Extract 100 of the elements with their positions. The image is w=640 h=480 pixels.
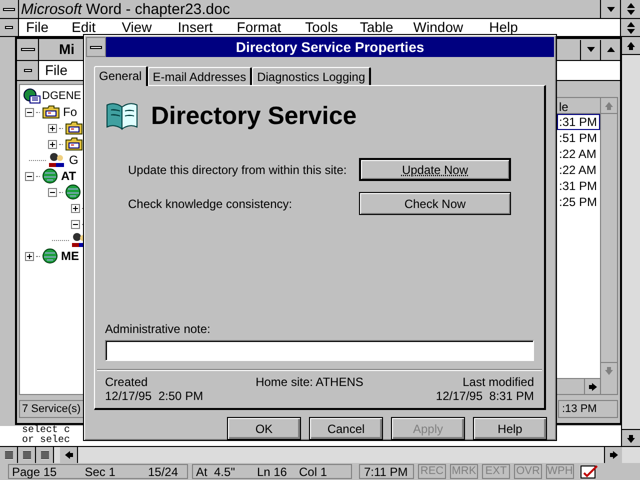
spelling-icon <box>580 464 600 478</box>
arrow-left-icon <box>64 451 72 459</box>
action-button[interactable]: Check Now <box>359 192 511 216</box>
status-text: 15/24 <box>148 464 178 480</box>
expand-icon[interactable] <box>48 140 57 148</box>
arrow-down-icon <box>627 434 635 442</box>
status-text: Ln 16 <box>256 464 287 480</box>
menu-item[interactable]: View <box>122 17 152 38</box>
collapse-icon[interactable] <box>25 172 34 180</box>
modified-label: Last modified <box>462 375 534 389</box>
field-label: Check knowledge consistency: <box>128 196 294 213</box>
up-down-caret-icon <box>626 3 634 15</box>
document-menu-button[interactable] <box>17 61 39 80</box>
arrow-right-icon <box>610 451 618 459</box>
tab[interactable]: E-mail Addresses <box>148 66 252 85</box>
scroll-right-button[interactable] <box>604 447 622 463</box>
list-row[interactable]: :22 AM <box>557 162 600 178</box>
status-indicator: WPH <box>546 464 574 479</box>
status-indicator: OVR <box>514 464 542 479</box>
page-layout-icon[interactable] <box>18 447 36 463</box>
expand-icon[interactable] <box>71 204 80 212</box>
menu-item[interactable]: Edit <box>72 17 96 38</box>
tree-item[interactable]: ME <box>61 247 79 265</box>
collapse-icon[interactable] <box>48 188 57 196</box>
list-row[interactable]: :31 PM <box>557 178 600 194</box>
status-indicator: REC <box>418 464 446 479</box>
tree-item[interactable]: AT <box>61 167 76 185</box>
list-row[interactable]: :25 PM <box>557 194 600 210</box>
dialog-button[interactable]: OK <box>227 417 301 440</box>
status-indicator: MRK <box>450 464 478 479</box>
people-icon <box>48 152 66 168</box>
arrow-right-icon <box>588 382 596 390</box>
arrow-up-icon <box>605 102 613 110</box>
caret-down-icon <box>606 6 614 12</box>
site-icon <box>23 88 41 104</box>
created-label: Created <box>105 375 149 389</box>
system-menu-button[interactable] <box>0 0 19 18</box>
caret-down-icon <box>586 47 594 52</box>
menu-item[interactable]: Format <box>236 17 282 38</box>
status-text: At 4.5" <box>196 464 235 480</box>
folder-icon <box>65 137 83 151</box>
menu-item[interactable]: Window <box>413 17 464 38</box>
menu-item[interactable]: File <box>26 17 49 38</box>
action-button[interactable]: Update Now <box>359 158 511 182</box>
system-menu-button[interactable] <box>86 37 106 57</box>
document-text: or selec <box>22 436 70 446</box>
restore-button[interactable] <box>620 19 640 36</box>
tree-item[interactable]: DGENE <box>42 88 82 104</box>
menu-item[interactable]: Tools <box>305 17 338 38</box>
column-header[interactable]: le <box>557 98 600 114</box>
menu-item[interactable]: Insert <box>178 17 213 38</box>
expand-icon[interactable] <box>25 252 34 260</box>
dialog-heading: Directory Service <box>151 100 357 132</box>
tab[interactable]: General <box>94 66 148 86</box>
collapse-icon[interactable] <box>25 108 34 116</box>
scroll-up-button[interactable] <box>622 37 640 55</box>
list-row[interactable]: :51 PM <box>557 130 600 146</box>
field-label: Administrative note: <box>105 321 212 338</box>
created-date: 12/17/95 2:50 PM <box>105 389 204 403</box>
folder-icon <box>65 121 83 135</box>
menu-item[interactable]: Help <box>489 17 518 38</box>
book-icon <box>105 101 139 132</box>
dialog-button[interactable]: Cancel <box>309 417 383 440</box>
scroll-down-button[interactable] <box>622 429 640 447</box>
globe-icon <box>65 184 81 200</box>
status-indicator: EXT <box>482 464 510 479</box>
normal-view-icon[interactable] <box>0 447 18 463</box>
tree-item[interactable]: Fo <box>63 103 78 121</box>
folder-icon <box>42 105 60 119</box>
status-text: 7:11 PM <box>364 464 408 480</box>
document-menu-button[interactable] <box>0 19 19 36</box>
menu-item[interactable]: Table <box>360 17 394 38</box>
tab[interactable]: Diagnostics Logging <box>252 66 372 85</box>
globe-icon <box>42 248 58 264</box>
status-text: Sec 1 <box>84 464 116 480</box>
status-text: Col 1 <box>298 464 327 480</box>
list-row[interactable]: :31 PM <box>557 114 600 130</box>
field-label: Update this directory from within this site: <box>128 162 348 179</box>
window-title: Microsoft Word - chapter23.doc <box>21 2 230 16</box>
vertical-scrollbar[interactable] <box>621 37 640 447</box>
collapse-icon[interactable] <box>71 220 80 228</box>
arrow-up-icon <box>627 42 635 50</box>
home-site-text: Home site: ATHENS <box>254 375 364 391</box>
caret-up-icon <box>606 47 614 52</box>
window-title: Directory Service Properties <box>234 38 426 57</box>
note-field[interactable] <box>105 340 534 361</box>
modified-date: 12/17/95 8:31 PM <box>436 389 534 403</box>
expand-icon[interactable] <box>48 124 57 132</box>
list-row[interactable]: :22 AM <box>557 146 600 162</box>
document-text: select c <box>22 426 70 436</box>
menu-item[interactable]: File <box>45 60 68 81</box>
scroll-left-button[interactable] <box>60 447 78 463</box>
status-text: Page 15 <box>12 464 57 480</box>
status-text: :13 PM <box>558 400 618 418</box>
window-title: Mi <box>59 40 75 59</box>
outline-view-icon[interactable] <box>36 447 54 463</box>
arrow-down-icon <box>605 366 613 374</box>
tree-item[interactable]: G <box>69 151 78 169</box>
dialog-button[interactable]: Help <box>473 417 547 440</box>
globe-icon <box>42 168 58 184</box>
